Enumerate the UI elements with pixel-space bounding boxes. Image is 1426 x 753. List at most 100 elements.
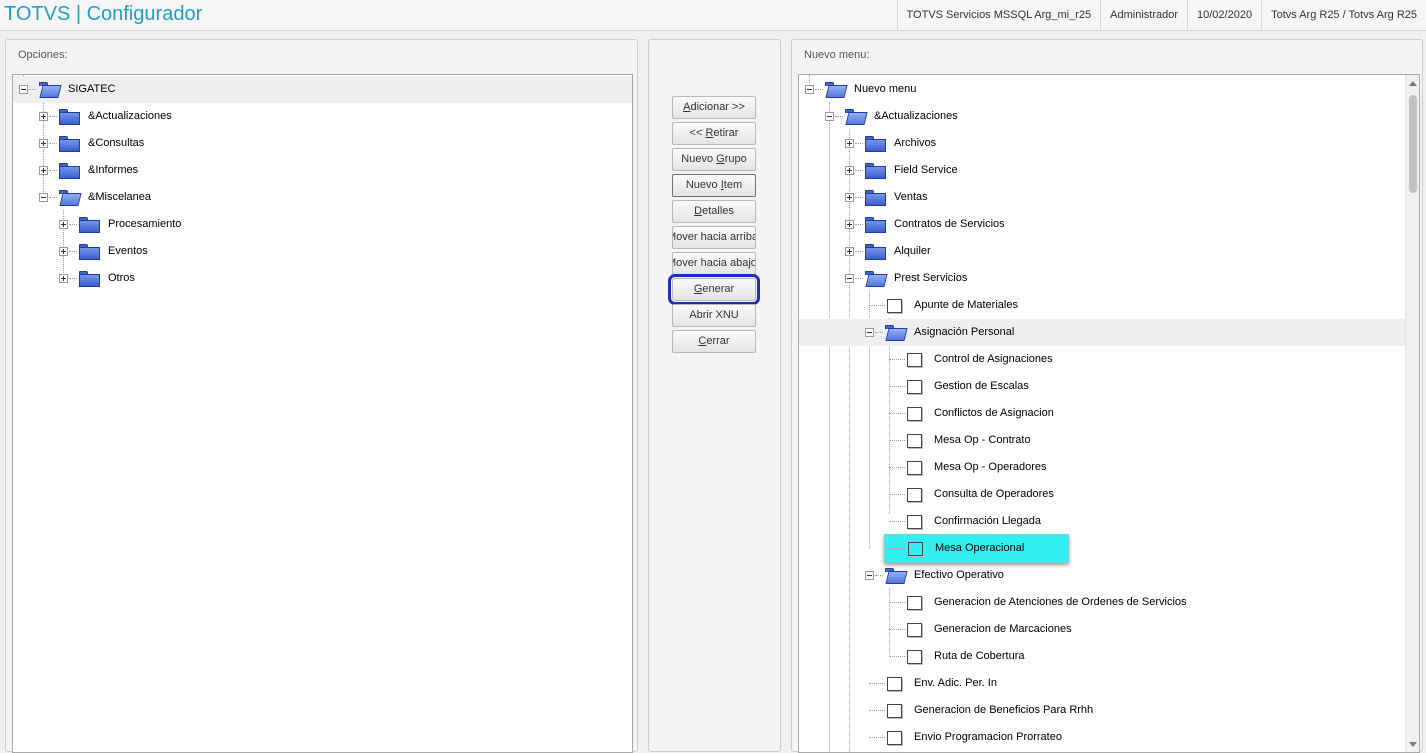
adicionar-button[interactable]: Adicionar >> [672, 96, 756, 119]
collapse-icon[interactable] [865, 571, 874, 580]
status-branch: Totvs Arg R25 / Totvs Arg R25 [1261, 0, 1426, 30]
collapse-icon[interactable] [845, 274, 854, 283]
tree-node-ventas[interactable]: Ventas [799, 184, 1405, 211]
generar-button[interactable]: Generar [668, 274, 760, 305]
tree-node-label: SIGATEC [68, 83, 116, 95]
tree-node-informes[interactable]: &Informes [13, 157, 632, 184]
tree-node-contratos[interactable]: Contratos de Servicios [799, 211, 1405, 238]
actions-panel: Adicionar >> << Retirar Nuevo Grupo Nuev… [648, 39, 781, 752]
collapse-icon[interactable] [19, 85, 28, 94]
tree-node-label: Field Service [894, 164, 958, 176]
expand-icon[interactable] [59, 247, 68, 256]
tree-node-control[interactable]: Control de Asignaciones [799, 346, 1405, 373]
nuevo-item-button[interactable]: Nuevo Item [672, 174, 756, 197]
tree-node-nuevo-menu[interactable]: Nuevo menu [799, 76, 1405, 103]
menu-item-icon [907, 407, 922, 421]
new-menu-panel-title: Nuevo menu: [804, 49, 870, 61]
tree-node-mesa-operacional[interactable]: Mesa Operacional [884, 534, 1069, 563]
tree-node-procesamiento[interactable]: Procesamiento [13, 211, 632, 238]
tree-node-actualizaciones[interactable]: &Actualizaciones [799, 103, 1405, 130]
vertical-scrollbar[interactable] [1405, 75, 1419, 752]
options-tree[interactable]: SIGATEC &Actualizaciones &Consultas &Inf… [12, 74, 633, 753]
options-panel-title: Opciones: [18, 49, 68, 61]
scroll-down-icon[interactable] [1409, 742, 1417, 747]
folder-icon [79, 271, 100, 287]
tree-node-ruta[interactable]: Ruta de Cobertura [799, 643, 1405, 670]
tree-node-label: Mesa Op - Contrato [934, 434, 1031, 446]
collapse-icon[interactable] [865, 328, 874, 337]
tree-node-efectivo[interactable]: Efectivo Operativo [799, 562, 1405, 589]
tree-node-label: &Miscelanea [88, 191, 151, 203]
app-title: TOTVS | Configurador [4, 3, 203, 25]
tree-node-generacion-marcaciones[interactable]: Generacion de Marcaciones [799, 616, 1405, 643]
tree-node-miscelanea[interactable]: &Miscelanea [13, 184, 632, 211]
tree-node-apunte[interactable]: Apunte de Materiales [799, 292, 1405, 319]
tree-node-label: Alquiler [894, 245, 931, 257]
expand-icon[interactable] [59, 220, 68, 229]
tree-node-confirmacion[interactable]: Confirmación Llegada [799, 508, 1405, 535]
folder-open-icon [885, 325, 908, 341]
detalles-button[interactable]: Detalles [672, 200, 756, 223]
collapse-icon[interactable] [39, 193, 48, 202]
tree-node-asignacion[interactable]: Asignación Personal [799, 319, 1405, 346]
mover-arriba-button[interactable]: Mover hacia arriba [672, 226, 756, 249]
folder-icon [79, 244, 100, 260]
tree-node-eventos[interactable]: Eventos [13, 238, 632, 265]
menu-item-icon [908, 542, 923, 556]
tree-node-generacion-atenciones[interactable]: Generacion de Atenciones de Ordenes de S… [799, 589, 1405, 616]
tree-node-consultas[interactable]: &Consultas [13, 130, 632, 157]
tree-node-alquiler[interactable]: Alquiler [799, 238, 1405, 265]
tree-node-otros[interactable]: Otros [13, 265, 632, 292]
collapse-icon[interactable] [825, 112, 834, 121]
expand-icon[interactable] [39, 139, 48, 148]
tree-node-field-service[interactable]: Field Service [799, 157, 1405, 184]
tree-node-generacion-beneficios[interactable]: Generacion de Beneficios Para Rrhh [799, 697, 1405, 724]
tree-node-env-adic[interactable]: Env. Adic. Per. In [799, 670, 1405, 697]
tree-node-label: &Actualizaciones [88, 110, 172, 122]
tree-node-mesa-contrato[interactable]: Mesa Op - Contrato [799, 427, 1405, 454]
mover-abajo-button[interactable]: Mover hacia abajo [672, 252, 756, 275]
tree-node-label: Envio Programacion Prorrateo [914, 731, 1062, 743]
collapse-icon[interactable] [805, 85, 814, 94]
folder-icon [865, 163, 886, 179]
nuevo-grupo-button[interactable]: Nuevo Grupo [672, 148, 756, 171]
tree-node-label: Generacion de Marcaciones [934, 623, 1072, 635]
options-panel: Opciones: SIGATEC &Actualizaciones &Cons… [5, 39, 638, 753]
menu-item-icon [907, 353, 922, 367]
tree-node-envio-prog[interactable]: Envio Programacion Prorrateo [799, 724, 1405, 751]
expand-icon[interactable] [39, 112, 48, 121]
tree-node-consulta-operadores[interactable]: Consulta de Operadores [799, 481, 1405, 508]
tree-node-actualizaciones[interactable]: &Actualizaciones [13, 103, 632, 130]
tree-node-label: Control de Asignaciones [934, 353, 1053, 365]
tree-node-label: Ruta de Cobertura [934, 650, 1025, 662]
menu-item-icon [887, 299, 902, 313]
tree-node-conflictos[interactable]: Conflictos de Asignacion [799, 400, 1405, 427]
tree-node-label: Mesa Op - Operadores [934, 461, 1047, 473]
folder-icon [865, 244, 886, 260]
scroll-thumb[interactable] [1409, 95, 1417, 193]
title-bar: TOTVS | Configurador TOTVS Servicios MSS… [0, 0, 1426, 31]
menu-item-icon [907, 434, 922, 448]
tree-node-label: Conflictos de Asignacion [934, 407, 1054, 419]
tree-node-mesa-operadores[interactable]: Mesa Op - Operadores [799, 454, 1405, 481]
cerrar-button[interactable]: Cerrar [672, 330, 756, 353]
expand-icon[interactable] [39, 166, 48, 175]
tree-node-sigatec[interactable]: SIGATEC [13, 76, 632, 103]
tree-node-label: Consulta de Operadores [934, 488, 1054, 500]
expand-icon[interactable] [845, 220, 854, 229]
new-menu-panel: Nuevo menu: Nuevo menu &Actualizaciones … [791, 39, 1423, 753]
expand-icon[interactable] [845, 139, 854, 148]
tree-node-label: &Actualizaciones [874, 110, 958, 122]
menu-item-icon [907, 461, 922, 475]
tree-node-prest-servicios[interactable]: Prest Servicios [799, 265, 1405, 292]
expand-icon[interactable] [845, 166, 854, 175]
expand-icon[interactable] [845, 193, 854, 202]
new-menu-tree[interactable]: Nuevo menu &Actualizaciones Archivos Fie… [798, 74, 1420, 753]
tree-node-archivos[interactable]: Archivos [799, 130, 1405, 157]
retirar-button[interactable]: << Retirar [672, 122, 756, 145]
expand-icon[interactable] [845, 247, 854, 256]
scroll-up-icon[interactable] [1409, 81, 1417, 86]
expand-icon[interactable] [59, 274, 68, 283]
abrir-xnu-button[interactable]: Abrir XNU [672, 304, 756, 327]
tree-node-gestion[interactable]: Gestion de Escalas [799, 373, 1405, 400]
